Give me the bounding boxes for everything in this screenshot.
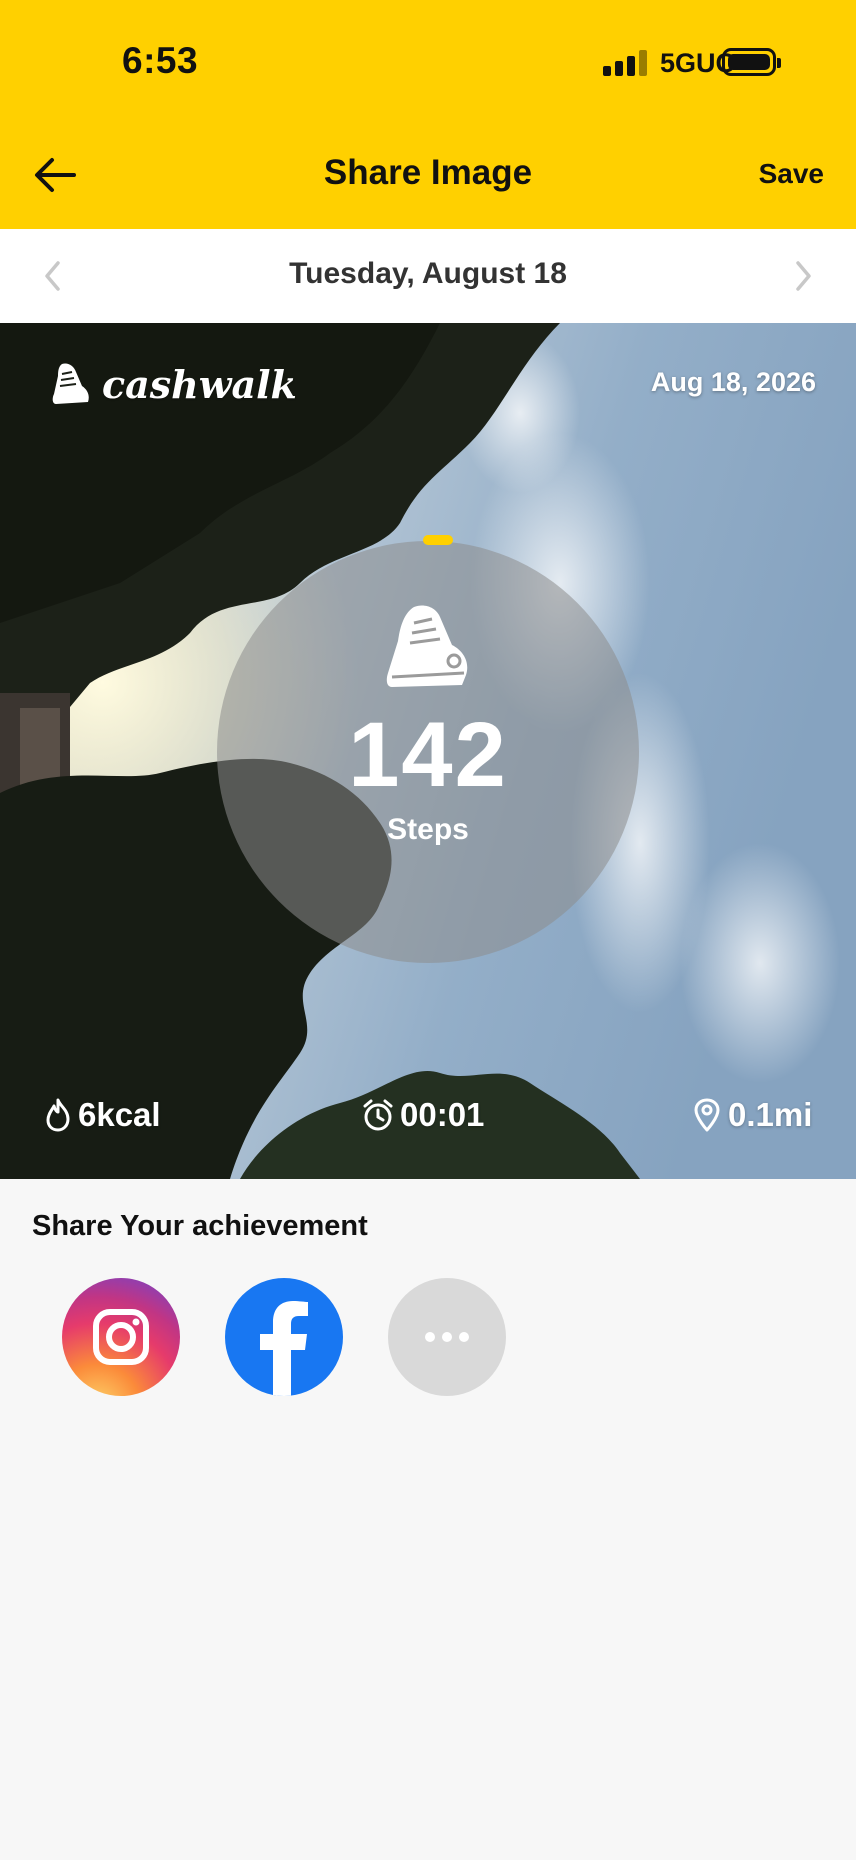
duration-stat: 00:01: [362, 1093, 484, 1137]
card-date: Aug 18, 2026: [650, 367, 816, 397]
share-facebook-button[interactable]: [225, 1278, 343, 1396]
page-title: Share Image: [323, 153, 533, 192]
steps-label: Steps: [387, 813, 469, 846]
duration-value: 00:01: [400, 1096, 485, 1133]
location-pin-icon: [694, 1098, 720, 1132]
facebook-icon: [260, 1301, 308, 1396]
calories-stat: 6kcal: [44, 1093, 161, 1137]
share-section-title: Share Your achievement: [32, 1210, 368, 1242]
share-image-card: cashwalk Aug 18, 2026 142 Steps 6kcal 00…: [0, 323, 856, 1179]
distance-value: 0.1mi: [728, 1096, 813, 1133]
steps-count: 142: [348, 704, 508, 806]
instagram-icon: [93, 1309, 149, 1365]
chevron-right-icon: [796, 261, 811, 291]
next-day-button[interactable]: [788, 259, 818, 293]
more-icon: [425, 1332, 469, 1342]
save-button[interactable]: Save: [759, 158, 824, 190]
date-navigator: Tuesday, August 18: [0, 229, 856, 323]
brand-name: cashwalk: [102, 361, 297, 407]
battery-icon: [722, 48, 781, 76]
share-more-button[interactable]: [388, 1278, 506, 1396]
sneaker-icon: [386, 605, 468, 687]
alarm-clock-icon: [363, 1099, 393, 1131]
brand-logo: cashwalk: [48, 359, 297, 409]
shoe-logo-icon: [52, 363, 89, 404]
top-app-bar: 6:53 5GUC Share Image Save: [0, 0, 856, 229]
calories-value: 6kcal: [78, 1096, 161, 1133]
distance-stat: 0.1mi: [692, 1093, 812, 1137]
signal-icon: [603, 50, 647, 76]
flame-icon: [46, 1098, 70, 1132]
progress-indicator: [423, 535, 453, 545]
status-time: 6:53: [122, 40, 199, 81]
share-instagram-button[interactable]: [62, 1278, 180, 1396]
date-label: Tuesday, August 18: [289, 257, 567, 290]
